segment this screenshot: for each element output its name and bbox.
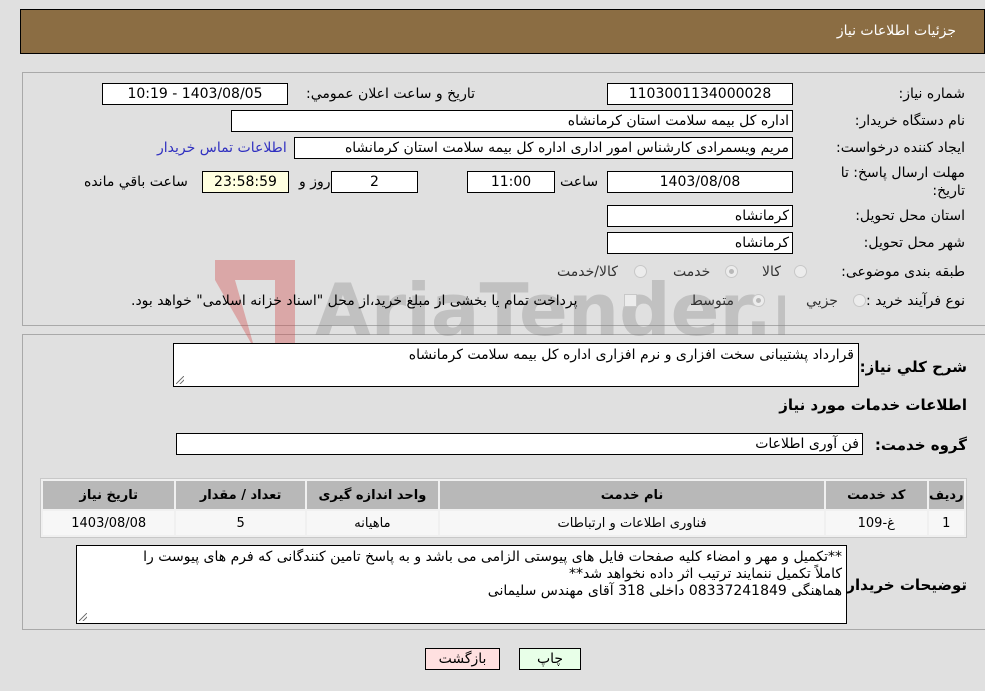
buyer-notes-line: هماهنگی 08337241849 داخلی 318 آقای مهندس… bbox=[487, 583, 842, 599]
page-header: جزئیات اطلاعات نیاز bbox=[20, 9, 985, 54]
category-label: طبقه بندی موضوعی: bbox=[841, 264, 965, 280]
deadline-label: مهلت ارسال پاسخ: تا تاریخ: bbox=[840, 165, 965, 199]
col-row-number: ردیف bbox=[928, 481, 964, 509]
purchase-small-label: جزيي bbox=[806, 293, 838, 309]
treasury-note: پرداخت تمام یا بخشی از مبلغ خرید،از محل … bbox=[131, 293, 578, 309]
deadline-time-label: ساعت bbox=[560, 174, 599, 190]
page-title: جزئیات اطلاعات نیاز bbox=[836, 23, 956, 39]
need-number-field[interactable]: 1103001134000028 bbox=[607, 83, 793, 105]
buyer-notes-line: کاملاً تکمیل ننمایند ترتیب اثر داده نخوا… bbox=[569, 566, 842, 582]
print-button[interactable]: چاپ bbox=[519, 648, 581, 670]
deadline-time-field[interactable]: 11:00 bbox=[467, 171, 555, 193]
col-quantity: تعداد / مقدار bbox=[176, 481, 305, 509]
remaining-days-field: 2 bbox=[331, 171, 418, 193]
category-goods-label: کالا bbox=[762, 264, 781, 280]
category-goods-radio[interactable] bbox=[794, 265, 807, 278]
service-group-label: گروه خدمت: bbox=[874, 436, 967, 454]
delivery-city-label: شهر محل تحویل: bbox=[863, 235, 965, 251]
buyer-contact-link[interactable]: اطلاعات تماس خریدار bbox=[157, 140, 287, 156]
cell-need-date: 1403/08/08 bbox=[43, 511, 175, 535]
service-group-field[interactable]: فن آوری اطلاعات bbox=[176, 433, 863, 455]
buyer-org-field[interactable]: اداره کل بیمه سلامت استان کرمانشاه bbox=[231, 110, 793, 132]
delivery-province-label: استان محل تحویل: bbox=[855, 208, 965, 224]
category-service-radio[interactable] bbox=[725, 265, 738, 278]
cell-service-code: غ-109 bbox=[825, 511, 927, 535]
purchase-type-label: نوع فرآیند خرید : bbox=[866, 293, 965, 309]
cell-unit: ماهیانه bbox=[306, 511, 439, 535]
col-unit: واحد اندازه گیری bbox=[306, 481, 439, 509]
announce-datetime-label: تاریخ و ساعت اعلان عمومي: bbox=[306, 86, 475, 102]
description-label: شرح کلي نیاز: bbox=[859, 358, 967, 376]
announce-datetime-field[interactable]: 1403/08/05 - 10:19 bbox=[102, 83, 288, 105]
category-service-label: خدمت bbox=[673, 264, 711, 280]
cell-service-name: فناوری اطلاعات و ارتباطات bbox=[440, 511, 824, 535]
description-text: قرارداد پشتیبانی سخت افزاری و نرم افزاری… bbox=[408, 347, 854, 363]
col-service-code: کد خدمت bbox=[825, 481, 927, 509]
buyer-notes-textarea[interactable]: **تکمیل و مهر و امضاء کلیه صفحات فایل ها… bbox=[76, 545, 847, 624]
services-table: ردیف کد خدمت نام خدمت واحد اندازه گیری ت… bbox=[40, 478, 967, 538]
col-service-name: نام خدمت bbox=[440, 481, 824, 509]
description-textarea[interactable]: قرارداد پشتیبانی سخت افزاری و نرم افزاری… bbox=[173, 343, 859, 387]
category-goods-service-radio[interactable] bbox=[634, 265, 647, 278]
table-header-row: ردیف کد خدمت نام خدمت واحد اندازه گیری ت… bbox=[43, 481, 964, 509]
col-need-date: تاریخ نیاز bbox=[43, 481, 175, 509]
back-button[interactable]: بازگشت bbox=[425, 648, 500, 670]
services-heading: اطلاعات خدمات مورد نیاز bbox=[779, 396, 967, 414]
category-goods-service-label: کالا/خدمت bbox=[557, 264, 618, 280]
cell-row-number: 1 bbox=[928, 511, 964, 535]
buyer-notes-label: توضیحات خریدار: bbox=[840, 576, 967, 594]
requester-field[interactable]: مریم ویسمرادی کارشناس امور اداری اداره ک… bbox=[294, 137, 793, 159]
resize-grip-icon[interactable] bbox=[176, 376, 184, 384]
requester-label: ایجاد کننده درخواست: bbox=[836, 140, 965, 156]
remaining-time-field: 23:58:59 bbox=[202, 171, 289, 193]
delivery-province-field[interactable]: کرمانشاه bbox=[607, 205, 793, 227]
table-row: 1 غ-109 فناوری اطلاعات و ارتباطات ماهیان… bbox=[43, 511, 964, 535]
resize-grip-icon[interactable] bbox=[79, 613, 87, 621]
buyer-org-label: نام دستگاه خریدار: bbox=[854, 113, 965, 129]
purchase-medium-radio[interactable] bbox=[752, 294, 765, 307]
deadline-date-field[interactable]: 1403/08/08 bbox=[607, 171, 793, 193]
purchase-medium-label: متوسط bbox=[690, 293, 734, 309]
cell-quantity: 5 bbox=[176, 511, 305, 535]
purchase-small-radio[interactable] bbox=[853, 294, 866, 307]
buyer-notes-line: **تکمیل و مهر و امضاء کلیه صفحات فایل ها… bbox=[143, 549, 842, 565]
treasury-checkbox[interactable] bbox=[624, 294, 637, 307]
remaining-time-label: ساعت باقي مانده bbox=[84, 174, 188, 190]
delivery-city-field[interactable]: کرمانشاه bbox=[607, 232, 793, 254]
need-number-label: شماره نیاز: bbox=[898, 86, 966, 102]
remaining-days-label: روز و bbox=[299, 174, 331, 190]
